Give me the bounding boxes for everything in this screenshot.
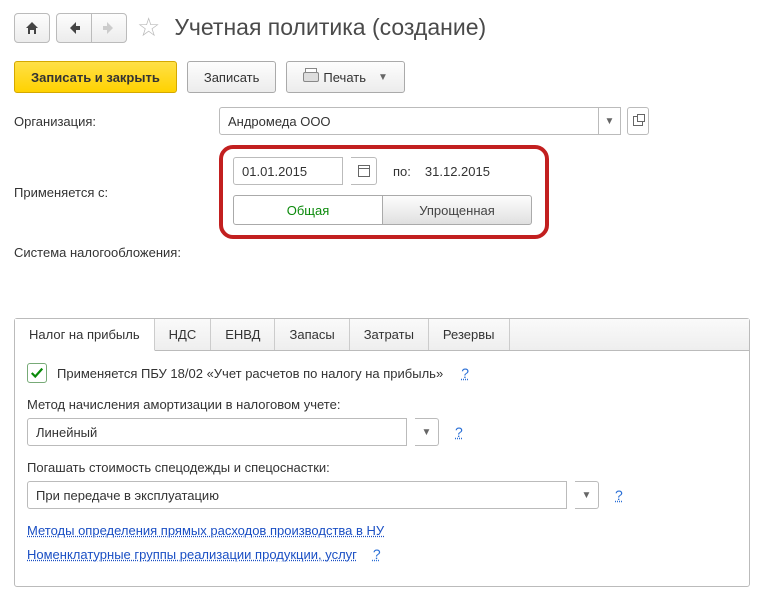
organization-label: Организация:	[14, 114, 219, 129]
tab-reserves[interactable]: Резервы	[429, 319, 510, 350]
help-nomenclature[interactable]: ?	[373, 546, 381, 562]
organization-value: Андромеда ООО	[228, 114, 331, 129]
home-button[interactable]	[14, 13, 50, 43]
calendar-icon	[358, 165, 370, 177]
tax-system-simplified[interactable]: Упрощенная	[382, 195, 532, 225]
help-workwear[interactable]: ?	[615, 487, 623, 503]
link-direct-expenses[interactable]: Методы определения прямых расходов произ…	[27, 523, 384, 538]
tab-expenses[interactable]: Затраты	[350, 319, 429, 350]
home-icon	[24, 20, 40, 36]
date-from-value: 01.01.2015	[242, 164, 307, 179]
organization-open-button[interactable]	[627, 107, 649, 135]
tax-system-label: Система налогообложения:	[14, 245, 219, 260]
workwear-value: При передаче в эксплуатацию	[36, 488, 219, 503]
favorite-star-icon[interactable]: ☆	[137, 12, 160, 43]
highlighted-region: 01.01.2015 по: 31.12.2015 Общая Упрощенн…	[219, 145, 549, 239]
amortization-label: Метод начисления амортизации в налоговом…	[27, 397, 737, 412]
check-icon	[30, 366, 44, 380]
tab-profit-tax[interactable]: Налог на прибыль	[15, 319, 155, 351]
amortization-select[interactable]: Линейный	[27, 418, 407, 446]
print-button[interactable]: Печать ▼	[286, 61, 405, 93]
arrow-right-icon	[102, 21, 116, 35]
arrow-left-icon	[67, 21, 81, 35]
tab-envd[interactable]: ЕНВД	[211, 319, 275, 350]
page-title: Учетная политика (создание)	[174, 14, 486, 41]
tax-system-general[interactable]: Общая	[233, 195, 383, 225]
pbu1802-checkbox[interactable]	[27, 363, 47, 383]
nav-back-button[interactable]	[56, 13, 92, 43]
amortization-value: Линейный	[36, 425, 97, 440]
link-nomenclature-groups[interactable]: Номенклатурные группы реализации продукц…	[27, 547, 357, 562]
help-amortization[interactable]: ?	[455, 424, 463, 440]
open-external-icon	[633, 116, 643, 126]
help-pbu[interactable]: ?	[461, 365, 469, 381]
save-and-close-button[interactable]: Записать и закрыть	[14, 61, 177, 93]
print-label: Печать	[323, 70, 366, 85]
nav-forward-button[interactable]	[91, 13, 127, 43]
save-button[interactable]: Записать	[187, 61, 277, 93]
workwear-select[interactable]: При передаче в эксплуатацию	[27, 481, 567, 509]
workwear-dropdown[interactable]: ▼	[575, 481, 599, 509]
applied-from-label: Применяется с:	[14, 185, 219, 200]
date-to-value: 31.12.2015	[425, 164, 490, 179]
tab-strip: Налог на прибыль НДС ЕНВД Запасы Затраты…	[15, 319, 749, 351]
date-from-input[interactable]: 01.01.2015	[233, 157, 343, 185]
workwear-label: Погашать стоимость спецодежды и спецосна…	[27, 460, 737, 475]
printer-icon	[303, 71, 317, 83]
amortization-dropdown[interactable]: ▼	[415, 418, 439, 446]
tab-inventory[interactable]: Запасы	[275, 319, 349, 350]
organization-dropdown[interactable]: ▼	[599, 107, 621, 135]
tab-vat[interactable]: НДС	[155, 319, 212, 350]
date-from-calendar-button[interactable]	[351, 157, 377, 185]
pbu1802-label: Применяется ПБУ 18/02 «Учет расчетов по …	[57, 366, 443, 381]
date-to-label: по:	[393, 164, 411, 179]
organization-input[interactable]: Андромеда ООО	[219, 107, 599, 135]
chevron-down-icon: ▼	[378, 72, 388, 83]
